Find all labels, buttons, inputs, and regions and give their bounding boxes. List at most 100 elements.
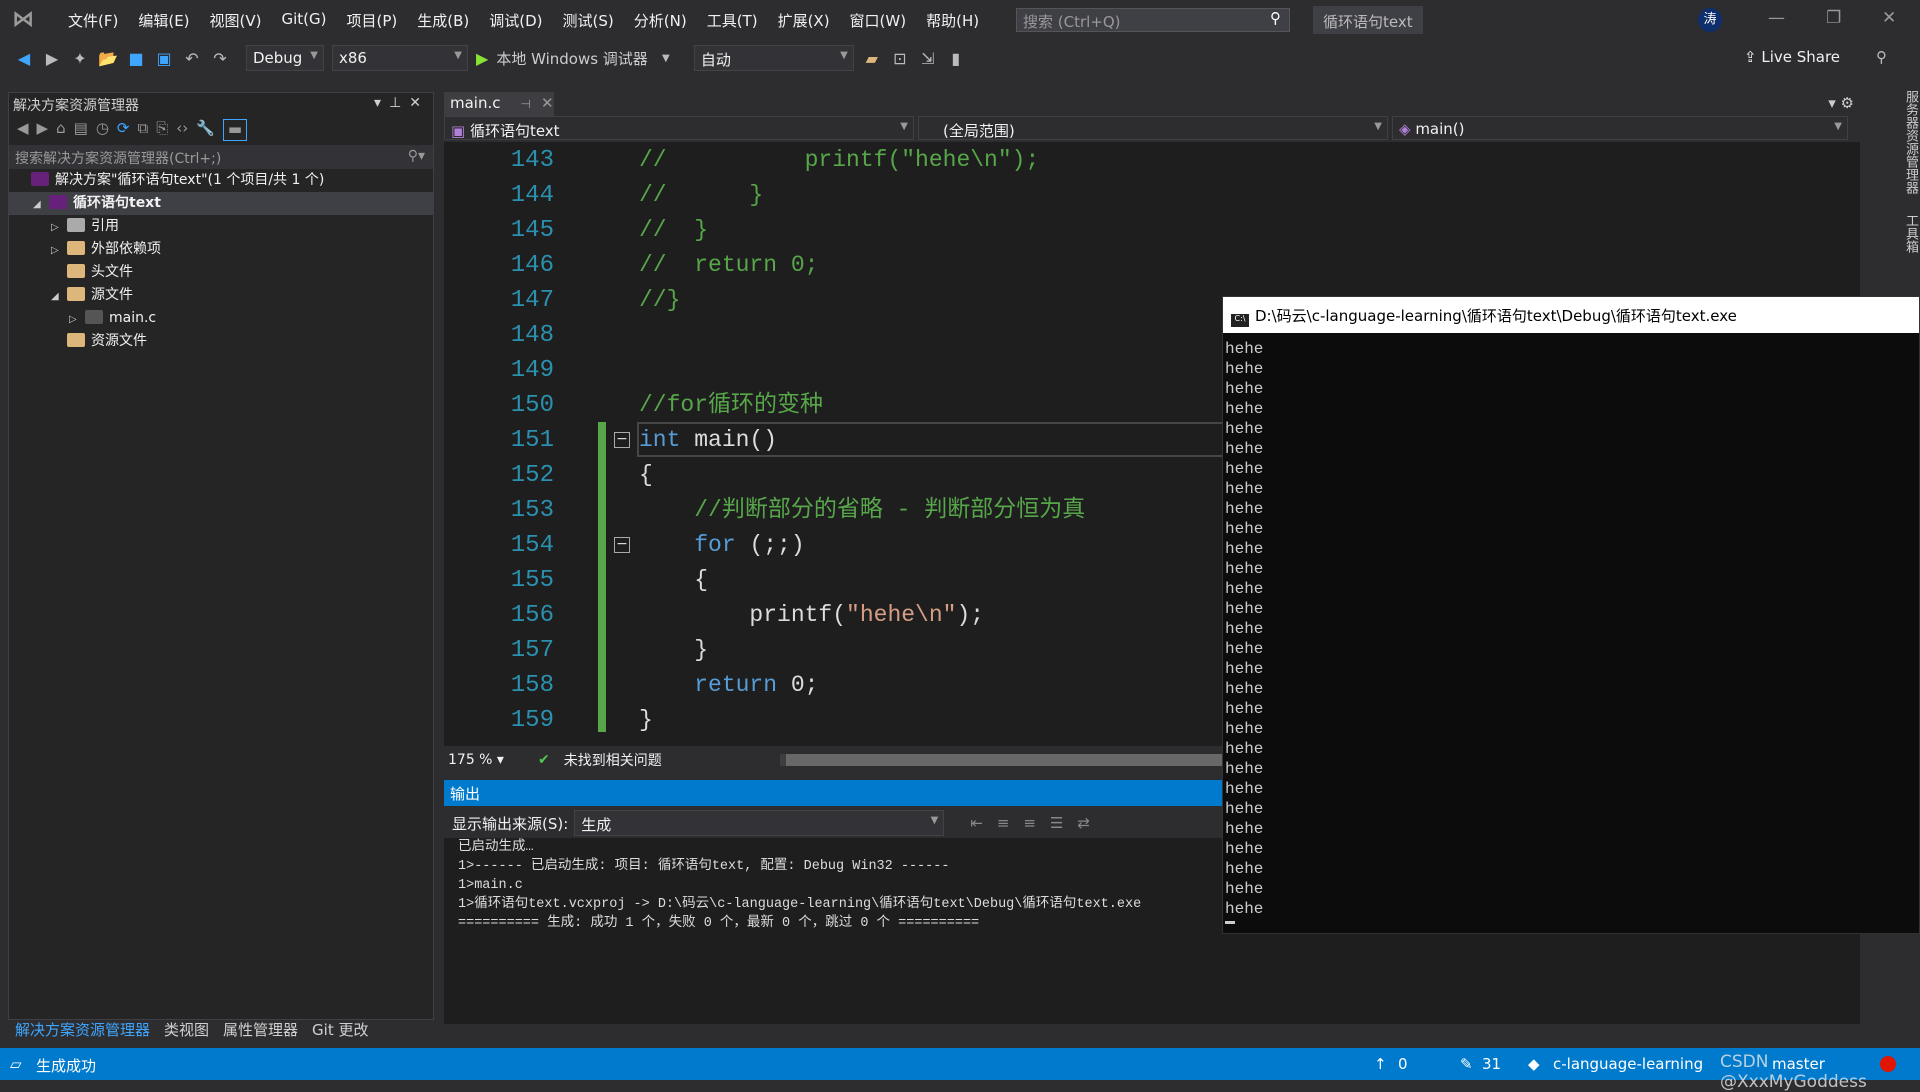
collapse-icon[interactable]: ⧉ [137, 119, 148, 141]
tab-main-c[interactable]: main.c ⊣ ✕ [444, 92, 554, 116]
start-debugging-button[interactable]: 本地 Windows 调试器 [496, 48, 648, 69]
menu-item[interactable]: 编辑(E) [128, 10, 199, 31]
code-line[interactable]: //} [639, 283, 680, 318]
tab-0[interactable]: 解决方案资源管理器 [8, 1016, 157, 1042]
tree-item[interactable]: ▷ 引用 [9, 215, 433, 238]
feedback-icon[interactable]: ⚲ [1876, 48, 1887, 66]
menu-item[interactable]: 工具(T) [697, 10, 768, 31]
expander-icon[interactable]: ◢ [33, 193, 47, 216]
history-icon[interactable]: ◷ [96, 119, 109, 141]
step-icon[interactable]: ⇲ [918, 49, 938, 68]
tree-item[interactable]: ▷ main.c [9, 307, 433, 330]
code-icon[interactable]: ‹› [176, 119, 188, 141]
menu-item[interactable]: 调试(D) [479, 10, 552, 31]
push-count[interactable]: 0 [1398, 1055, 1408, 1073]
back-icon[interactable]: ◀ [17, 119, 29, 141]
minimize-button[interactable]: — [1768, 8, 1785, 28]
restore-button[interactable]: ❐ [1826, 8, 1841, 28]
menu-item[interactable]: 生成(B) [407, 10, 479, 31]
tree-item[interactable]: 资源文件 [9, 330, 433, 353]
pin-icon[interactable]: ⊣ [521, 97, 531, 111]
right-strip-tab[interactable]: 工具箱 [1884, 214, 1920, 253]
live-share-button[interactable]: ⇪ Live Share [1744, 48, 1840, 66]
play-icon[interactable]: ▶ [476, 49, 488, 68]
expander-icon[interactable]: ▷ [69, 308, 83, 331]
home-icon[interactable]: ⌂ [56, 119, 66, 141]
edit-count[interactable]: 31 [1482, 1055, 1501, 1073]
code-line[interactable]: // printf("hehe\n"); [639, 143, 1039, 178]
repository-name[interactable]: c-language-learning [1553, 1055, 1703, 1073]
close-tab-icon[interactable]: ✕ [541, 94, 554, 112]
auto-select[interactable]: 自动 ▼ [693, 45, 854, 71]
collapse-icon[interactable]: − [614, 432, 630, 448]
code-line[interactable]: for (;;) [639, 528, 804, 563]
tree-item[interactable]: ◢ 循环语句text [9, 192, 433, 215]
menu-item[interactable]: 窗口(W) [840, 10, 917, 31]
tree-item[interactable]: 解决方案"循环语句text"(1 个项目/共 1 个) [9, 169, 433, 192]
menu-item[interactable]: 分析(N) [624, 10, 697, 31]
code-line[interactable]: return 0; [639, 668, 818, 703]
collapse-icon[interactable]: − [614, 537, 630, 553]
new-project-icon[interactable]: ✦ [70, 49, 90, 68]
console-title-bar[interactable]: C:\ D:\码云\c-language-learning\循环语句text\De… [1223, 297, 1919, 333]
menu-item[interactable]: 文件(F) [58, 10, 128, 31]
tab-2[interactable]: 属性管理器 [216, 1016, 305, 1042]
menu-item[interactable]: 测试(S) [553, 10, 624, 31]
code-line[interactable]: } [639, 633, 708, 668]
search-input[interactable]: 搜索 (Ctrl+Q) ⚲ [1016, 8, 1290, 32]
tab-3[interactable]: Git 更改 [305, 1016, 375, 1042]
forward-icon[interactable]: ▶ [37, 119, 49, 141]
folder-icon[interactable]: ▰ [862, 49, 882, 68]
zoom-select[interactable]: 175 % ▾ [448, 752, 504, 768]
issues-status[interactable]: 未找到相关问题 [564, 750, 662, 770]
avatar[interactable]: 涛 [1698, 8, 1722, 32]
expander-icon[interactable]: ◢ [51, 285, 65, 308]
code-line[interactable]: } [639, 703, 653, 738]
menu-item[interactable]: 项目(P) [337, 10, 408, 31]
solution-search-input[interactable]: 搜索解决方案资源管理器(Ctrl+;) ⚲▾ [9, 145, 433, 169]
menu-item[interactable]: 扩展(X) [768, 10, 840, 31]
save-all-icon[interactable]: ▣ [154, 49, 174, 68]
function-select[interactable]: ◈ main() ▼ [1392, 116, 1848, 140]
code-line[interactable]: // } [639, 178, 763, 213]
scope-select[interactable]: (全局范围) ▼ [918, 116, 1388, 140]
code-line[interactable]: // } [639, 213, 708, 248]
console-window[interactable]: C:\ D:\码云\c-language-learning\循环语句text\De… [1222, 296, 1920, 934]
switch-view-icon[interactable]: ▤ [74, 119, 88, 141]
tab-1[interactable]: 类视图 [157, 1016, 216, 1042]
undo-icon[interactable]: ↶ [182, 49, 202, 68]
bookmark-icon[interactable]: ▮ [946, 49, 966, 68]
code-line[interactable]: // return 0; [639, 248, 818, 283]
tree-item[interactable]: 头文件 [9, 261, 433, 284]
expander-icon[interactable]: ▷ [51, 216, 65, 239]
properties-icon[interactable]: 🔧 [196, 119, 215, 141]
save-icon[interactable]: ■ [126, 49, 146, 68]
menu-item[interactable]: 视图(V) [200, 10, 272, 31]
code-line[interactable]: //判断部分的省略 - 判断部分恒为真 [639, 493, 1085, 528]
menu-item[interactable]: 帮助(H) [916, 10, 989, 31]
close-button[interactable]: ✕ [1882, 8, 1896, 28]
preview-icon[interactable]: ▬ [222, 119, 248, 141]
output-source-select[interactable]: 生成 ▼ [574, 810, 945, 836]
forward-icon[interactable]: ▶ [42, 49, 62, 68]
tree-item[interactable]: ◢ 源文件 [9, 284, 433, 307]
project-select[interactable]: ▣ 循环语句text ▼ [444, 116, 914, 140]
expander-icon[interactable]: ▷ [51, 239, 65, 262]
redo-icon[interactable]: ↷ [210, 49, 230, 68]
show-all-icon[interactable]: ⎘ [156, 119, 168, 141]
browser-icon[interactable]: ⊡ [890, 49, 910, 68]
configuration-select[interactable]: Debug ▼ [246, 45, 324, 71]
code-line[interactable]: printf("hehe\n"); [639, 598, 984, 633]
notification-icon[interactable] [1880, 1056, 1896, 1072]
sync-icon[interactable]: ⟳ [117, 119, 130, 141]
menu-item[interactable]: Git(G) [272, 10, 337, 31]
code-line[interactable]: { [639, 563, 708, 598]
panel-controls-icon[interactable]: ▾⊥✕ [374, 95, 429, 113]
right-strip-tab[interactable]: 服务器资源管理器 [1884, 90, 1920, 194]
open-icon[interactable]: 📂 [98, 49, 118, 68]
back-icon[interactable]: ◀ [14, 49, 34, 68]
code-line[interactable]: { [639, 458, 653, 493]
code-line[interactable]: //for循环的变种 [639, 388, 823, 423]
dropdown-icon[interactable]: ▼ [656, 53, 676, 64]
platform-select[interactable]: x86 ▼ [332, 45, 468, 71]
